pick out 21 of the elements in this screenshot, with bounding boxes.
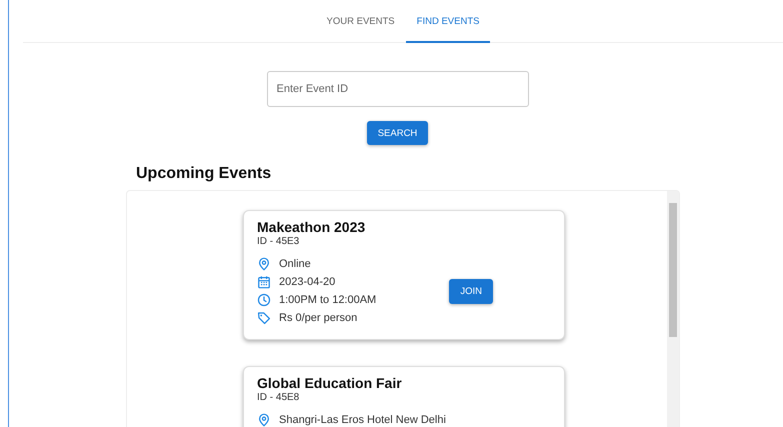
event-detail: Online (279, 258, 311, 270)
tab[interactable]: YOUR EVENTS (316, 0, 406, 43)
event-id-field[interactable]: Enter Event ID (266, 71, 528, 107)
section-heading: Upcoming Events (136, 165, 272, 184)
event-detail: 2023-04-20 (279, 276, 336, 288)
event-detail: 1:00PM to 12:00AM (279, 294, 376, 306)
event-id: ID - 45E8 (257, 392, 300, 403)
location-pin-icon (257, 257, 271, 271)
location-pin-icon (257, 413, 271, 427)
calendar-icon (257, 275, 271, 289)
event-detail: Rs 0/per person (279, 312, 358, 324)
tab[interactable]: FIND EVENTS (406, 0, 490, 43)
event-title: Makeathon 2023 (257, 219, 366, 235)
event-id: ID - 45E3 (257, 236, 300, 247)
clock-icon (257, 293, 271, 307)
join-button[interactable]: JOIN (449, 278, 493, 304)
tag-icon (257, 311, 271, 325)
event-detail: Shangri-Las Eros Hotel New Delhi (279, 414, 446, 426)
event-title: Global Education Fair (257, 375, 403, 391)
scrollbar[interactable] (667, 191, 679, 427)
search-button[interactable]: SEARCH (367, 121, 428, 145)
